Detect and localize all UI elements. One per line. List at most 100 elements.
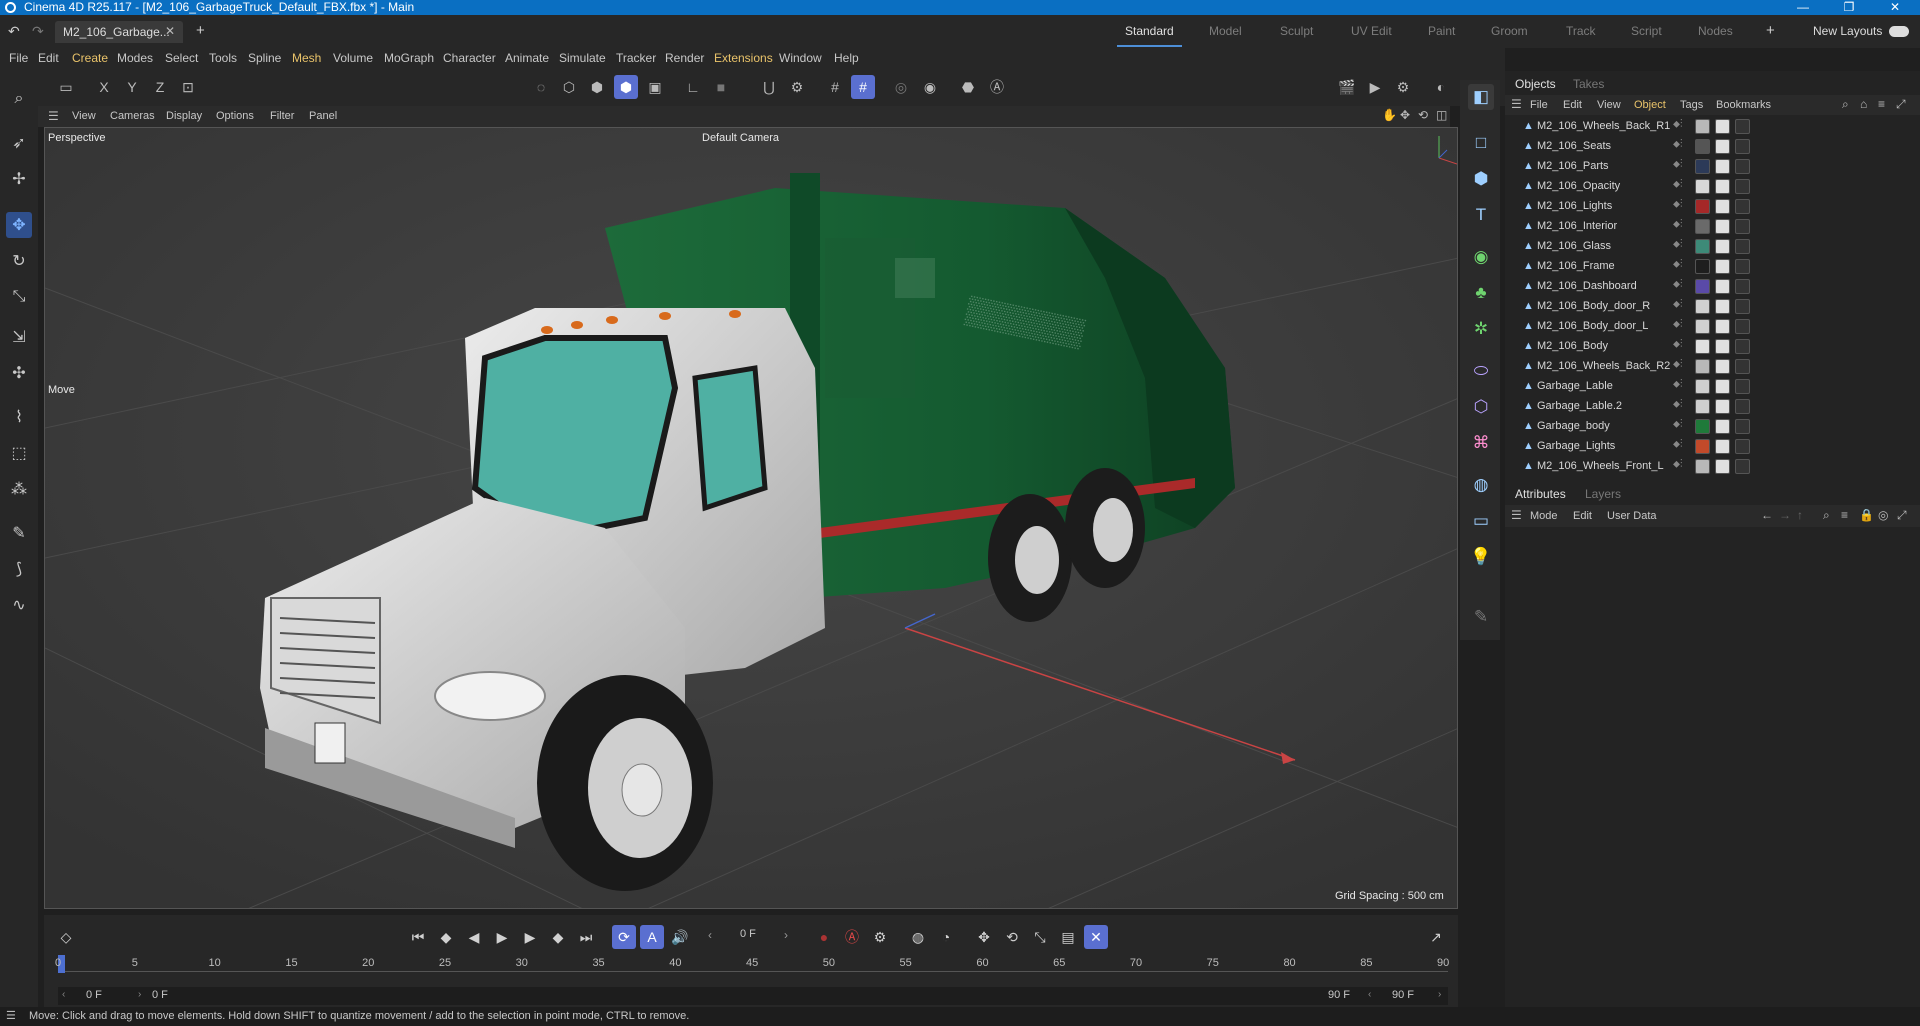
tab-attributes[interactable]: Attributes xyxy=(1515,487,1566,501)
spline-object-icon[interactable]: ⌘ xyxy=(1468,430,1494,456)
object-name[interactable]: M2_106_Glass xyxy=(1537,240,1611,252)
viewport-menu-panel[interactable]: Panel xyxy=(309,110,337,122)
visibility-dots-icon[interactable]: ⬥⋮ xyxy=(1673,439,1683,450)
field-icon[interactable]: ✲ xyxy=(1468,316,1494,342)
magnet-icon[interactable]: ⋃ xyxy=(757,75,781,99)
material-tag-icon[interactable] xyxy=(1695,259,1710,274)
selection-tag-icon[interactable] xyxy=(1735,179,1750,194)
selection-tag-icon[interactable] xyxy=(1735,139,1750,154)
points-mode-icon[interactable]: ◌ xyxy=(529,75,553,99)
next-frame-icon[interactable]: ▶ xyxy=(518,925,542,949)
selection-tag-icon[interactable] xyxy=(1735,219,1750,234)
texture-tag-icon[interactable] xyxy=(1715,219,1730,234)
texture-tag-icon[interactable] xyxy=(1715,159,1730,174)
range-end-decrease-icon[interactable]: ‹ xyxy=(1368,989,1371,1000)
objects-menu-tags[interactable]: Tags xyxy=(1680,99,1703,111)
selection-tag-icon[interactable] xyxy=(1735,279,1750,294)
minimize-button[interactable]: — xyxy=(1780,0,1826,15)
objects-menu-file[interactable]: File xyxy=(1530,99,1548,111)
range-bar[interactable]: ‹ 0 F › 0 F 90 F ‹ 90 F › xyxy=(58,987,1448,1005)
selection-tag-icon[interactable] xyxy=(1735,299,1750,314)
timeline-ruler[interactable] xyxy=(58,971,1448,972)
range-start-increase-icon[interactable]: › xyxy=(138,989,141,1000)
visibility-dots-icon[interactable]: ⬥⋮ xyxy=(1673,379,1683,390)
visibility-dots-icon[interactable]: ⬥⋮ xyxy=(1673,279,1683,290)
frame-increase-icon[interactable]: › xyxy=(784,928,788,942)
menu-help[interactable]: Help xyxy=(834,51,859,65)
visibility-dots-icon[interactable]: ⬥⋮ xyxy=(1673,299,1683,310)
scale-tool-icon[interactable]: ⤡ xyxy=(6,284,32,310)
texture-tag-icon[interactable] xyxy=(1715,279,1730,294)
snap-icon[interactable]: # xyxy=(851,75,875,99)
viewport-menu-options[interactable]: Options xyxy=(216,110,254,122)
loop-icon[interactable]: ⟳ xyxy=(612,925,636,949)
key-rotation-icon[interactable]: ⟲ xyxy=(1000,925,1024,949)
selection-tag-icon[interactable] xyxy=(1735,439,1750,454)
solo-icon[interactable]: ■ xyxy=(709,75,733,99)
coordinate-system-icon[interactable]: ⊡ xyxy=(176,75,200,99)
visibility-dots-icon[interactable]: ⬥⋮ xyxy=(1673,219,1683,230)
menu-character[interactable]: Character xyxy=(443,51,496,65)
material-tag-icon[interactable] xyxy=(1695,459,1710,474)
axis-x-button[interactable]: X xyxy=(92,75,116,99)
visibility-dots-icon[interactable]: ⬥⋮ xyxy=(1673,179,1683,190)
generator-icon[interactable]: ◉ xyxy=(1468,244,1494,270)
range-inner-start[interactable]: 0 F xyxy=(152,989,168,1001)
current-frame-field[interactable]: 0 F xyxy=(740,928,756,940)
rotate-tool-icon[interactable]: ↻ xyxy=(6,248,32,274)
texture-tag-icon[interactable] xyxy=(1715,399,1730,414)
light-icon[interactable]: 💡 xyxy=(1468,544,1494,570)
material-tag-icon[interactable] xyxy=(1695,379,1710,394)
object-row[interactable]: ▲ M2_106_Opacity ⬥⋮ xyxy=(1505,177,1920,197)
range-inner-end[interactable]: 90 F xyxy=(1328,989,1350,1001)
selection-tag-icon[interactable] xyxy=(1735,459,1750,474)
objects-filter-icon[interactable]: ≡ xyxy=(1878,97,1885,111)
null-object-icon[interactable]: □ xyxy=(1468,130,1494,156)
texture-tag-icon[interactable] xyxy=(1715,139,1730,154)
material-tag-icon[interactable] xyxy=(1695,439,1710,454)
record-icon[interactable]: ● xyxy=(812,925,836,949)
objects-menu-view[interactable]: View xyxy=(1597,99,1621,111)
viewport-render-icon[interactable]: ◐ xyxy=(1429,75,1453,99)
texture-tag-icon[interactable] xyxy=(1715,359,1730,374)
new-layouts-label[interactable]: New Layouts xyxy=(1813,24,1882,38)
objects-home-icon[interactable]: ⌂ xyxy=(1860,97,1867,111)
menu-mograph[interactable]: MoGraph xyxy=(384,51,434,65)
layout-tab-track[interactable]: Track xyxy=(1566,24,1596,38)
texture-tag-icon[interactable] xyxy=(1715,379,1730,394)
object-name[interactable]: M2_106_Parts xyxy=(1537,160,1609,172)
sound-icon[interactable]: 🔊 xyxy=(668,925,692,949)
model-mode-icon[interactable]: ▭ xyxy=(54,75,78,99)
close-tab-icon[interactable]: ✕ xyxy=(165,24,175,38)
menu-edit[interactable]: Edit xyxy=(38,51,59,65)
texture-tag-icon[interactable] xyxy=(1715,339,1730,354)
object-row[interactable]: ▲ M2_106_Wheels_Front_L ⬥⋮ xyxy=(1505,457,1920,477)
environment-icon[interactable]: ◍ xyxy=(1468,472,1494,498)
layout-tab-nodes[interactable]: Nodes xyxy=(1698,24,1733,38)
material-tag-icon[interactable] xyxy=(1695,219,1710,234)
attributes-menu-mode[interactable]: Mode xyxy=(1530,510,1558,522)
curve-editor-icon[interactable]: ↗ xyxy=(1424,925,1448,949)
tab-takes[interactable]: Takes xyxy=(1573,77,1604,91)
texture-tag-icon[interactable] xyxy=(1715,419,1730,434)
object-name[interactable]: Garbage_Lable.2 xyxy=(1537,400,1622,412)
render-region-icon[interactable]: ◉ xyxy=(918,75,942,99)
texture-tag-icon[interactable] xyxy=(1715,439,1730,454)
toggle-layout-icon[interactable]: ◫ xyxy=(1436,108,1447,122)
extrude-tool-icon[interactable]: ⬚ xyxy=(6,440,32,466)
autokey-marker-icon[interactable]: A xyxy=(640,925,664,949)
object-row[interactable]: ▲ M2_106_Frame ⬥⋮ xyxy=(1505,257,1920,277)
attributes-settings-icon[interactable]: ◎ xyxy=(1878,508,1888,522)
objects-menu-edit[interactable]: Edit xyxy=(1563,99,1582,111)
layout-toggle[interactable] xyxy=(1889,26,1909,37)
object-name[interactable]: M2_106_Wheels_Front_L xyxy=(1537,460,1664,472)
keyframe-diamond-icon[interactable]: ◇ xyxy=(54,925,78,949)
up-arrow-icon[interactable]: ↑ xyxy=(1797,508,1803,522)
material-tag-icon[interactable] xyxy=(1695,119,1710,134)
visibility-dots-icon[interactable]: ⬥⋮ xyxy=(1673,159,1683,170)
menu-create[interactable]: Create xyxy=(72,51,108,65)
tab-layers[interactable]: Layers xyxy=(1585,487,1621,501)
transfer-tool-icon[interactable]: ⇲ xyxy=(6,324,32,350)
bevel-tool-icon[interactable]: ⁂ xyxy=(6,476,32,502)
material-tag-icon[interactable] xyxy=(1695,239,1710,254)
